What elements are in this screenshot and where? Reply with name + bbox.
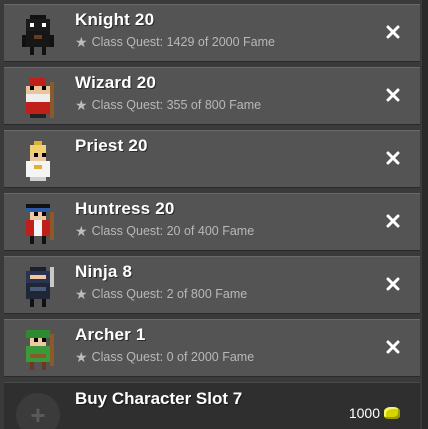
close-icon[interactable] <box>386 277 400 291</box>
character-name: Knight 20 <box>75 10 155 29</box>
character-row-huntress[interactable]: Huntress 20 ★ Class Quest: 20 of 400 Fam… <box>4 193 420 251</box>
close-icon[interactable] <box>386 214 400 228</box>
close-icon[interactable] <box>386 88 400 102</box>
character-name: Ninja 8 <box>75 262 133 281</box>
character-row-ninja[interactable]: Ninja 8 ★ Class Quest: 2 of 800 Fame <box>4 256 420 314</box>
slot-price: 1000 <box>349 405 400 421</box>
scrollbar-track[interactable] <box>422 0 428 429</box>
huntress-icon <box>16 202 60 246</box>
star-icon: ★ <box>75 97 88 113</box>
character-row-priest[interactable]: Priest 20 <box>4 130 420 188</box>
gold-icon <box>384 407 400 419</box>
character-row-knight[interactable]: Knight 20 ★ Class Quest: 1429 of 2000 Fa… <box>4 4 420 62</box>
priest-icon <box>16 139 60 183</box>
class-quest: ★ Class Quest: 355 of 800 Fame <box>75 98 261 112</box>
character-name: Wizard 20 <box>75 73 157 92</box>
character-row-wizard[interactable]: Wizard 20 ★ Class Quest: 355 of 800 Fame <box>4 67 420 125</box>
class-quest: ★ Class Quest: 2 of 800 Fame <box>75 287 247 301</box>
class-quest-text: Class Quest: 355 of 800 Fame <box>91 98 262 112</box>
class-quest-text: Class Quest: 1429 of 2000 Fame <box>91 35 275 49</box>
buy-character-slot-button[interactable]: + Buy Character Slot 7 1000 <box>4 382 420 429</box>
close-icon[interactable] <box>386 151 400 165</box>
class-quest: ★ Class Quest: 1429 of 2000 Fame <box>75 35 275 49</box>
close-icon[interactable] <box>386 25 400 39</box>
star-icon: ★ <box>75 223 88 239</box>
character-name: Priest 20 <box>75 136 148 155</box>
star-icon: ★ <box>75 286 88 302</box>
class-quest-text: Class Quest: 20 of 400 Fame <box>91 224 255 238</box>
close-icon[interactable] <box>386 340 400 354</box>
character-row-archer[interactable]: Archer 1 ★ Class Quest: 0 of 2000 Fame <box>4 319 420 377</box>
character-select-panel: Knight 20 ★ Class Quest: 1429 of 2000 Fa… <box>0 0 428 429</box>
class-quest-text: Class Quest: 2 of 800 Fame <box>91 287 248 301</box>
ninja-icon <box>16 265 60 309</box>
class-quest: ★ Class Quest: 20 of 400 Fame <box>75 224 254 238</box>
archer-icon <box>16 328 60 372</box>
wizard-icon <box>16 76 60 120</box>
price-amount: 1000 <box>348 405 380 421</box>
buy-slot-label: Buy Character Slot 7 <box>75 389 243 408</box>
star-icon: ★ <box>75 349 88 365</box>
class-quest: ★ Class Quest: 0 of 2000 Fame <box>75 350 254 364</box>
character-list: Knight 20 ★ Class Quest: 1429 of 2000 Fa… <box>4 4 420 382</box>
plus-icon: + <box>16 393 60 429</box>
character-name: Huntress 20 <box>75 199 175 218</box>
knight-icon <box>16 13 60 57</box>
star-icon: ★ <box>75 34 88 50</box>
class-quest-text: Class Quest: 0 of 2000 Fame <box>91 350 255 364</box>
character-name: Archer 1 <box>75 325 146 344</box>
